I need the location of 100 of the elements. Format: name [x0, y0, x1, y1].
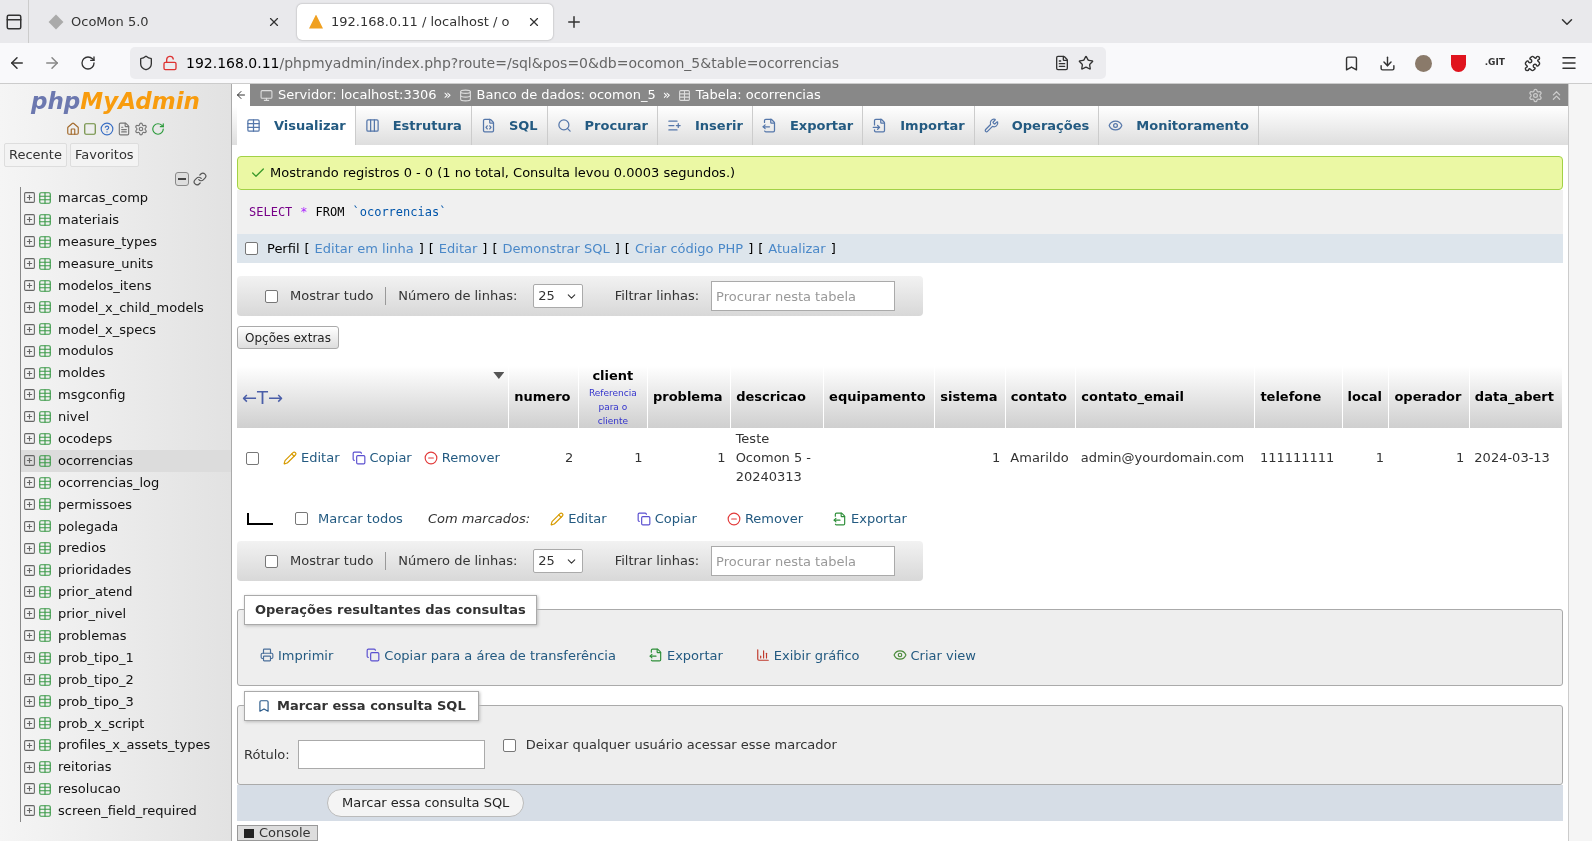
expand-icon[interactable]	[23, 257, 36, 271]
tab[interactable]: Monitoramento	[1099, 106, 1259, 145]
action-link[interactable]: Imprimir	[260, 645, 334, 665]
expand-icon[interactable]	[23, 322, 36, 336]
expand-icon[interactable]	[23, 541, 36, 555]
sidebar-table-item[interactable]: prior_nivel	[21, 602, 231, 625]
expand-icon[interactable]	[23, 454, 36, 468]
expand-icon[interactable]	[23, 300, 36, 314]
column-header[interactable]: problema	[652, 389, 723, 405]
checkbox[interactable]	[265, 554, 278, 568]
reader-view-icon[interactable]	[1054, 55, 1070, 71]
expand-icon[interactable]	[23, 388, 36, 402]
sidebar-table-item[interactable]: materiais	[21, 208, 231, 231]
checkbox[interactable]	[265, 289, 278, 303]
checkbox[interactable]	[295, 512, 308, 525]
sidebar-table-item[interactable]: prioridades	[21, 559, 231, 582]
sidebar-table-item[interactable]: model_x_specs	[21, 318, 231, 341]
tab[interactable]: Operações	[974, 106, 1100, 145]
sidebar-table-item[interactable]: profiles_x_assets_types	[21, 734, 231, 757]
column-header[interactable]: operador	[1394, 389, 1462, 405]
tab[interactable]: Estrutura	[355, 106, 472, 145]
sidebar-table-item[interactable]: measure_types	[21, 230, 231, 253]
expand-icon[interactable]	[23, 673, 36, 687]
breadcrumb-link[interactable]: Tabela: ocorrencias	[677, 85, 821, 105]
sidebar-table-item[interactable]: model_x_child_models	[21, 296, 231, 319]
sidebar-tab[interactable]: Recente	[4, 143, 67, 167]
collapse-sidebar-icon[interactable]	[232, 84, 250, 106]
filter-field[interactable]: Procurar nesta tabela	[711, 281, 895, 311]
reload-icon[interactable]	[80, 55, 96, 71]
tab[interactable]: Procurar	[547, 106, 658, 145]
action-link[interactable]: Exportar	[833, 508, 907, 529]
expand-icon[interactable]	[23, 782, 36, 796]
sidebar-table-item[interactable]: resolucao	[21, 778, 231, 800]
expand-icon[interactable]	[23, 344, 36, 358]
column-toggle[interactable]: ←T→	[242, 386, 284, 408]
sidebar-table-item[interactable]: marcas_comp	[21, 187, 231, 209]
browser-tab[interactable]: 192.168.0.11 / localhost / o	[297, 3, 553, 40]
action-link[interactable]: Exportar	[648, 645, 723, 665]
checkbox[interactable]	[245, 242, 258, 255]
expand-icon[interactable]	[23, 279, 36, 292]
shield-extension-icon[interactable]	[1450, 54, 1466, 72]
column-header[interactable]: contato_email	[1081, 389, 1184, 405]
home-icon[interactable]	[66, 122, 80, 136]
rows-select[interactable]: 25	[533, 284, 583, 308]
bookmark-submit-button[interactable]: Marcar essa consulta SQL	[327, 789, 525, 817]
settings-icon[interactable]	[134, 122, 148, 136]
column-header[interactable]: data_abert	[1474, 389, 1554, 405]
collapse-all-icon[interactable]	[175, 172, 189, 186]
sidebar-table-item[interactable]: permissoes	[21, 493, 231, 516]
sidebar-table-item[interactable]: prob_tipo_2	[21, 668, 231, 691]
sidebar-table-item[interactable]: ocodeps	[21, 427, 231, 450]
sidebar-table-item[interactable]: screen_field_required	[21, 799, 231, 822]
sidebar-table-item[interactable]: problemas	[21, 624, 231, 647]
column-header[interactable]: local	[1347, 389, 1382, 405]
column-header[interactable]: telefone	[1260, 389, 1322, 405]
tab[interactable]: Inserir	[658, 106, 753, 145]
expand-icon[interactable]	[23, 432, 36, 446]
action-link[interactable]: Copiar	[636, 508, 697, 529]
label-input[interactable]	[297, 740, 485, 769]
rows-select[interactable]: 25	[533, 549, 583, 573]
bookmark-star-icon[interactable]	[1078, 55, 1094, 71]
tab[interactable]: Exportar	[752, 106, 864, 145]
help-icon[interactable]	[100, 122, 114, 136]
browser-tab[interactable]: OcoMon 5.0	[37, 3, 293, 40]
expand-icon[interactable]	[23, 235, 36, 249]
sidebar-table-item[interactable]: prob_tipo_3	[21, 690, 231, 713]
checkbox[interactable]	[502, 738, 516, 752]
extra-options-button[interactable]: Opções extras	[237, 326, 339, 349]
expand-icon[interactable]	[23, 716, 36, 730]
sidebar-table-item[interactable]: modulos	[21, 340, 231, 363]
breadcrumb-link[interactable]: Servidor: localhost:3306	[260, 85, 437, 105]
sidebar-table-item[interactable]: modelos_itens	[21, 274, 231, 297]
sidebar-tab[interactable]: Favoritos	[69, 143, 139, 167]
expand-icon[interactable]	[23, 651, 36, 665]
address-bar[interactable]: 192.168.0.11/phpmyadmin/index.php?route=/sql&pos=0&db=ocomon_5&table=ocorrencias	[130, 47, 1106, 79]
scrollbar[interactable]	[1568, 84, 1592, 841]
tab-list-icon[interactable]	[5, 12, 23, 31]
expand-icon[interactable]	[23, 213, 36, 227]
action-link[interactable]: Editar	[283, 448, 340, 468]
sidebar-table-item[interactable]: measure_units	[21, 252, 231, 275]
action-link[interactable]: Copiar	[351, 448, 412, 468]
filter-field[interactable]: Procurar nesta tabela	[711, 546, 895, 576]
expand-icon[interactable]	[23, 738, 36, 752]
column-header[interactable]: client	[592, 366, 634, 386]
expand-icon[interactable]	[23, 585, 36, 599]
git-extension[interactable]: .GIT	[1484, 56, 1505, 70]
column-header[interactable]: sistema	[940, 389, 998, 405]
forward-icon[interactable]	[43, 54, 61, 72]
column-header[interactable]: contato	[1010, 389, 1067, 405]
tab[interactable]: Importar	[863, 106, 975, 145]
checkbox[interactable]	[246, 451, 259, 465]
sort-menu-icon[interactable]	[493, 372, 505, 379]
sidebar-table-item[interactable]: ocorrencias	[21, 449, 231, 472]
action-link[interactable]: Editar	[550, 508, 607, 529]
avatar-icon[interactable]	[1414, 54, 1432, 72]
action-link[interactable]: Remover	[423, 448, 500, 468]
download-icon[interactable]	[1378, 54, 1396, 72]
tab[interactable]: Visualizar	[237, 106, 356, 145]
check-all-link[interactable]: Marcar todos	[318, 508, 403, 529]
column-header[interactable]: descricao	[736, 389, 806, 405]
